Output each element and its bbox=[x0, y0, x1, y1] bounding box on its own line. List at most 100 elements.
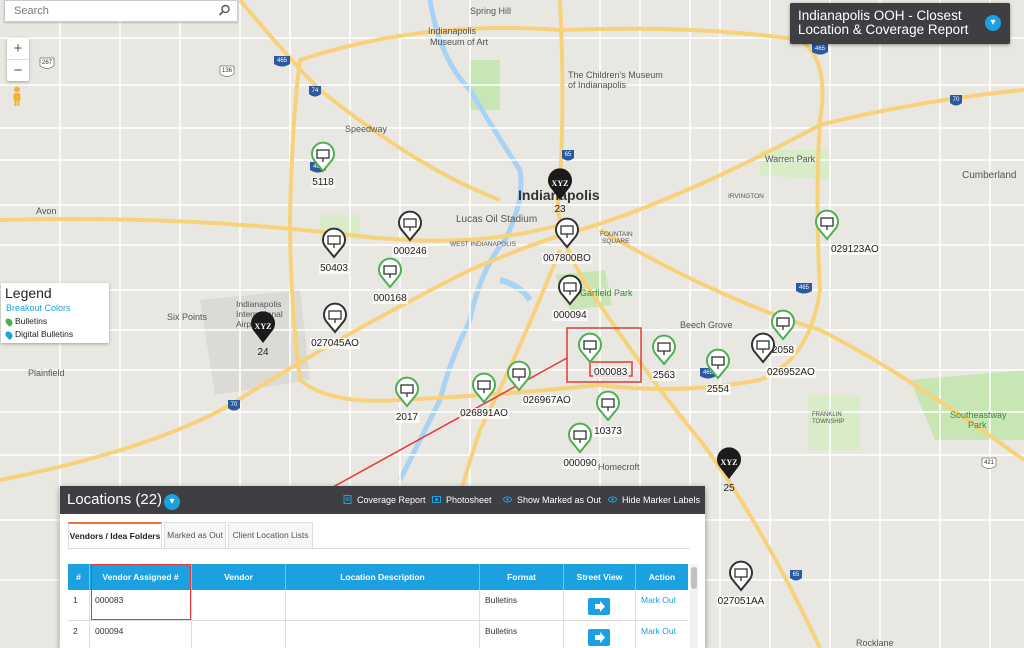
column-header[interactable]: Action bbox=[636, 564, 688, 590]
legend-item-label: Bulletins bbox=[15, 316, 48, 326]
photosheet-button[interactable]: Photosheet bbox=[432, 495, 492, 505]
marker-label: 2058 bbox=[772, 345, 795, 356]
marker-label: 50403 bbox=[320, 263, 348, 274]
vendor-cell bbox=[192, 590, 286, 620]
search-input[interactable]: Search bbox=[4, 0, 238, 22]
eye-icon bbox=[608, 496, 617, 503]
svg-text:Garfield Park: Garfield Park bbox=[580, 288, 633, 298]
chevron-down-icon[interactable]: ▾ bbox=[985, 15, 1001, 31]
column-header[interactable]: # bbox=[68, 564, 90, 590]
marker-label: 000246 bbox=[393, 246, 427, 257]
location-description-cell bbox=[286, 621, 480, 648]
marker-label: 5118 bbox=[312, 177, 334, 188]
marker-label: 2563 bbox=[653, 370, 676, 381]
marker-label: 23 bbox=[554, 204, 566, 215]
marker-label: 007800BO bbox=[543, 253, 591, 264]
action-label: Coverage Report bbox=[357, 495, 426, 505]
svg-text:65: 65 bbox=[565, 152, 572, 158]
legend-item-digital: Digital Bulletins bbox=[4, 329, 73, 340]
svg-text:465: 465 bbox=[277, 58, 288, 64]
street-view-button[interactable] bbox=[588, 629, 610, 646]
column-header[interactable]: Location Description bbox=[286, 564, 480, 590]
svg-text:Southeastway: Southeastway bbox=[950, 410, 1007, 420]
marker-label: 029123AO bbox=[831, 244, 879, 255]
marker-label: 027051AA bbox=[718, 596, 765, 607]
search-icon[interactable] bbox=[218, 4, 231, 17]
tab-vendors-idea-folders[interactable]: Vendors / Idea Folders bbox=[68, 522, 162, 548]
action-label: Hide Marker Labels bbox=[622, 495, 701, 505]
competitor-logo: XYZ bbox=[255, 322, 272, 331]
svg-text:Six Points: Six Points bbox=[167, 312, 208, 322]
marker-label: 10373 bbox=[594, 426, 622, 437]
mark-out-link[interactable]: Mark Out bbox=[636, 621, 688, 648]
vendor-assigned-id: 000094 bbox=[90, 621, 192, 648]
legend-item-bulletins: Bulletins bbox=[4, 316, 48, 327]
table-row[interactable]: 2 000094 Bulletins Mark Out bbox=[68, 621, 688, 648]
column-header[interactable]: Vendor bbox=[192, 564, 286, 590]
marker-label: 026967AO bbox=[523, 395, 571, 406]
hide-marker-labels-button[interactable]: Hide Marker Labels bbox=[608, 495, 700, 505]
svg-text:Indianapolis: Indianapolis bbox=[428, 26, 477, 36]
report-title: Indianapolis OOH - Closest Location & Co… bbox=[798, 8, 969, 37]
eye-icon bbox=[503, 496, 512, 503]
competitor-logo: XYZ bbox=[552, 179, 569, 188]
marker-label: 000090 bbox=[563, 458, 597, 469]
svg-text:267: 267 bbox=[42, 60, 53, 66]
street-view-button[interactable] bbox=[588, 598, 610, 615]
svg-text:Homecroft: Homecroft bbox=[598, 462, 640, 472]
svg-text:65: 65 bbox=[793, 572, 800, 578]
svg-text:70: 70 bbox=[953, 97, 960, 103]
panel-header: Locations (22) ▾ Coverage Report Photosh… bbox=[60, 486, 705, 514]
green-pin-icon bbox=[4, 316, 14, 327]
zoom-out-button[interactable]: − bbox=[7, 59, 29, 81]
chevron-down-icon[interactable]: ▾ bbox=[164, 494, 180, 510]
legend-title: Legend bbox=[5, 285, 52, 301]
street-view-cell bbox=[564, 621, 636, 648]
legend-subtitle[interactable]: Breakout Colors bbox=[6, 303, 71, 313]
tab-divider bbox=[68, 548, 690, 549]
highlight-box bbox=[91, 564, 191, 620]
mark-out-link[interactable]: Mark Out bbox=[636, 590, 688, 620]
table-scrollbar[interactable] bbox=[690, 564, 698, 648]
column-header[interactable]: Format bbox=[480, 564, 564, 590]
svg-text:Beech Grove: Beech Grove bbox=[680, 320, 733, 330]
zoom-in-button[interactable]: + bbox=[7, 38, 29, 59]
tab-marked-as-out[interactable]: Marked as Out bbox=[164, 522, 226, 548]
marker-label: 026952AO bbox=[767, 367, 815, 378]
svg-text:FRANKLIN: FRANKLIN bbox=[812, 412, 842, 418]
svg-text:Speedway: Speedway bbox=[345, 124, 388, 134]
svg-text:74: 74 bbox=[312, 88, 319, 94]
marker-label: 25 bbox=[723, 483, 735, 494]
arrow-right-icon bbox=[595, 601, 605, 612]
marker-label: 2554 bbox=[707, 384, 730, 395]
show-marked-out-button[interactable]: Show Marked as Out bbox=[503, 495, 601, 505]
format-cell: Bulletins bbox=[480, 590, 564, 620]
marker-label: 2017 bbox=[396, 412, 419, 423]
svg-text:Park: Park bbox=[968, 420, 987, 430]
street-view-cell bbox=[564, 590, 636, 620]
coverage-report-button[interactable]: Coverage Report bbox=[343, 495, 426, 505]
marker-label: 000094 bbox=[553, 310, 587, 321]
competitor-logo: XYZ bbox=[721, 458, 738, 467]
marker-label: 026891AO bbox=[460, 408, 508, 419]
svg-text:Avon: Avon bbox=[36, 206, 56, 216]
pegman-icon[interactable] bbox=[11, 86, 23, 106]
svg-text:421: 421 bbox=[984, 460, 995, 466]
marker-label: 000083 bbox=[594, 367, 628, 378]
search-placeholder: Search bbox=[14, 5, 49, 17]
format-cell: Bulletins bbox=[480, 621, 564, 648]
svg-text:of Indianapolis: of Indianapolis bbox=[568, 80, 627, 90]
photo-icon bbox=[432, 496, 441, 503]
legend: Legend Breakout Colors Bulletins Digital… bbox=[1, 283, 109, 343]
svg-text:Indianapolis: Indianapolis bbox=[236, 299, 281, 309]
svg-text:The Children's Museum: The Children's Museum bbox=[568, 70, 663, 80]
zoom-control: + − bbox=[7, 38, 29, 81]
column-header[interactable]: Street View bbox=[564, 564, 636, 590]
svg-text:Rocklane: Rocklane bbox=[856, 638, 894, 648]
tab-client-location-lists[interactable]: Client Location Lists bbox=[228, 522, 313, 548]
svg-text:465: 465 bbox=[799, 285, 810, 291]
scrollbar-thumb[interactable] bbox=[691, 567, 697, 589]
svg-text:Spring Hill: Spring Hill bbox=[470, 6, 511, 16]
report-title-box: Indianapolis OOH - Closest Location & Co… bbox=[790, 3, 1010, 44]
svg-text:136: 136 bbox=[222, 68, 233, 74]
